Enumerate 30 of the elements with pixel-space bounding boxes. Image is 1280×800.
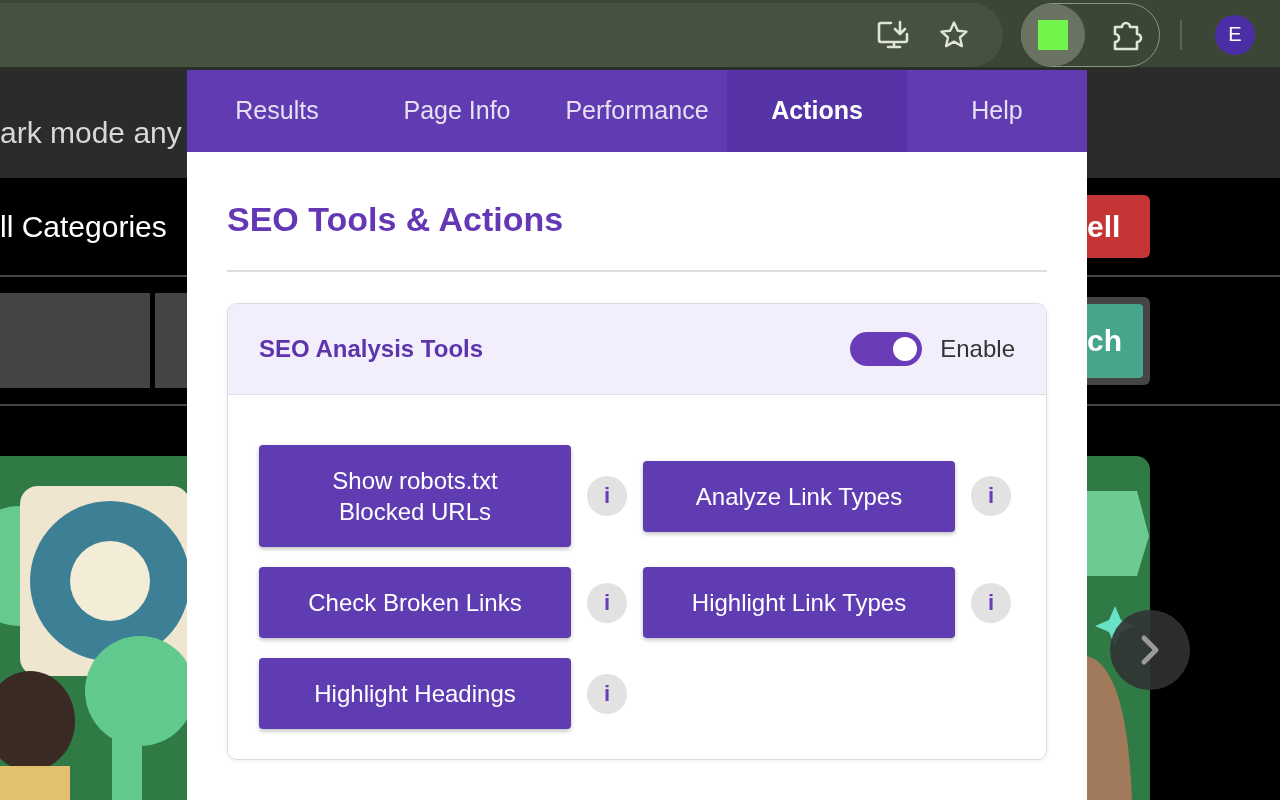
info-button[interactable]: i [971, 476, 1011, 516]
chevron-right-icon [1140, 634, 1160, 666]
search-button[interactable]: ch [1087, 303, 1143, 378]
tab[interactable]: Results [187, 70, 367, 152]
extension-icon[interactable] [1038, 19, 1068, 50]
tab[interactable]: Performance [547, 70, 727, 152]
tool-button[interactable]: Highlight Headings [259, 658, 571, 729]
tool-button[interactable]: Show robots.txt Blocked URLs [259, 445, 571, 547]
tab[interactable]: Page Info [367, 70, 547, 152]
sell-button[interactable]: ell [1087, 195, 1150, 258]
popup-title: SEO Tools & Actions [227, 200, 1047, 272]
install-icon[interactable] [877, 19, 911, 50]
tab[interactable]: Actions [727, 70, 907, 152]
toggle-label: Enable [940, 335, 1015, 363]
info-button[interactable]: i [971, 582, 1011, 623]
notice-text: ark mode any [0, 116, 182, 150]
section-title: SEO Analysis Tools [259, 335, 485, 363]
info-button[interactable]: i [587, 582, 627, 623]
star-icon[interactable] [939, 19, 969, 50]
categories-link[interactable]: ll Categories [0, 209, 167, 244]
tool-button[interactable]: Check Broken Links [259, 567, 571, 638]
info-button[interactable]: i [587, 476, 627, 516]
tab[interactable]: Help [907, 70, 1087, 152]
info-button[interactable]: i [587, 673, 627, 714]
nav-tile[interactable] [0, 293, 150, 388]
tool-button[interactable]: Highlight Link Types [643, 567, 955, 638]
profile-avatar[interactable]: E [1215, 14, 1255, 55]
tool-button[interactable]: Analyze Link Types [643, 460, 955, 532]
nav-tile[interactable] [155, 293, 187, 388]
enable-toggle[interactable] [850, 332, 923, 366]
